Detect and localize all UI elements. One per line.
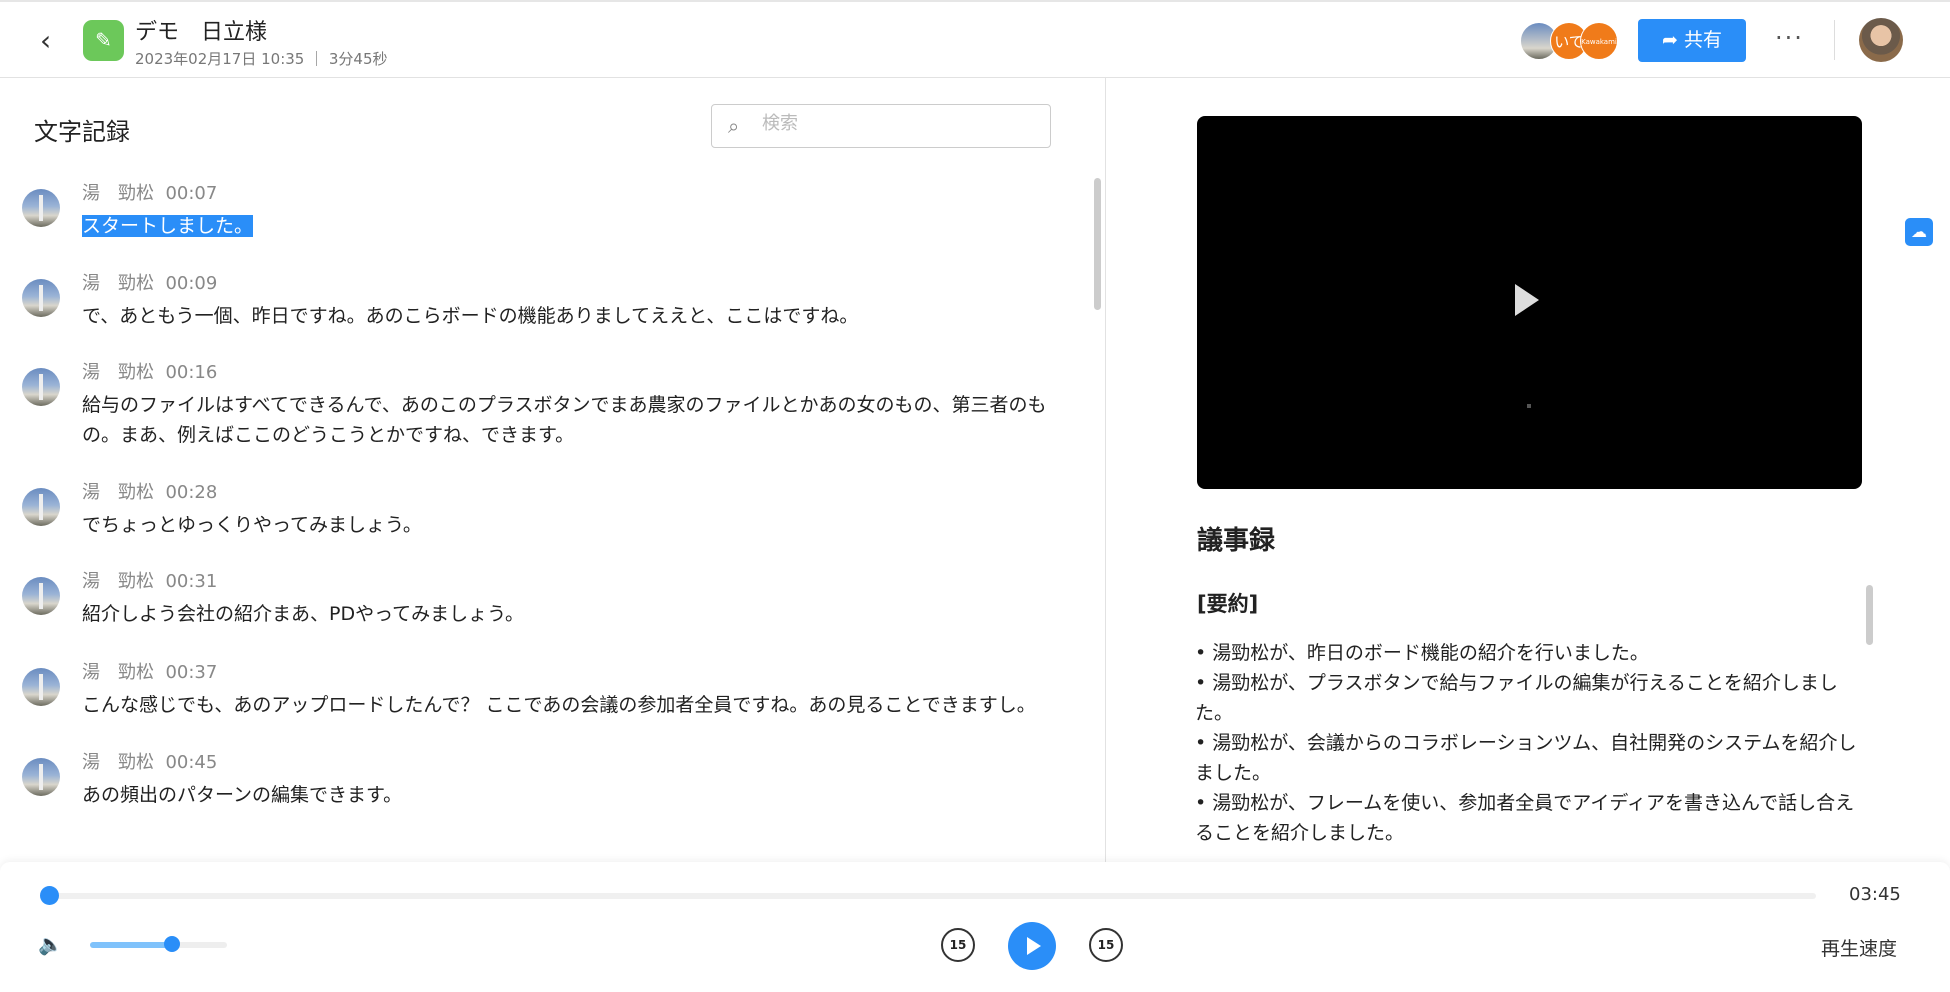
speaker-name: 湯 勁松 [82,662,154,683]
progress-knob[interactable] [40,886,59,905]
avatar [22,368,60,406]
speaker-name: 湯 勁松 [82,362,154,383]
speaker-time: 湯 勁松 00:16 [82,358,217,384]
scrollbar[interactable] [1094,178,1101,310]
summary-item: • 湯勁松が、昨日のボード機能の紹介を行いました。 [1195,642,1649,664]
speaker-time: 湯 勁松 00:37 [82,658,217,684]
transcript-text: でちょっとゆっくりやってみましょう。 [82,510,1062,540]
transcript-text-content: 紹介しよう会社の紹介まあ、PDやってみましょう。 [82,603,524,625]
search-icon: ⌕ [728,114,740,138]
share-label: 共有 [1683,29,1722,51]
speaker-name: 湯 勁松 [82,183,154,204]
transcript-text-content: こんな感じでも、あのアップロードしたんで？ ここであの会議の参加者全員ですね。あ… [82,694,1036,716]
play-button[interactable] [1008,922,1056,970]
minutes-title: 議事録 [1197,526,1276,556]
divider [1834,20,1835,60]
speaker-time: 湯 勁松 00:28 [82,478,217,504]
speaker-time: 湯 勁松 00:31 [82,567,217,593]
speaker-name: 湯 勁松 [82,482,154,503]
meeting-meta: 2023年02月17日 10:35 ｜ 3分45秒 [135,50,388,68]
volume-fill [90,942,173,948]
speaker-name: 湯 勁松 [82,571,154,592]
transcript-text-content: 給与のファイルはすべてできるんで、あのこのプラスボタンでまあ農家のファイルとかあ… [82,394,1047,446]
participant-avatars[interactable]: いて Kawakami [1520,22,1630,62]
volume-icon[interactable]: 🔈 [38,932,63,956]
speaker-time: 湯 勁松 00:45 [82,748,217,774]
header: ‹ ✎ デモ 日立様 2023年02月17日 10:35 ｜ 3分45秒 いて … [0,0,1950,78]
timestamp[interactable]: 00:28 [165,482,217,503]
progress-track[interactable] [48,893,1816,899]
summary-item: • 湯勁松が、会議からのコラボレーションツム、自社開発のシステムを紹介しました。 [1195,732,1857,784]
back-button[interactable]: ‹ [40,26,70,56]
avatar [22,279,60,317]
volume-slider[interactable] [90,942,227,948]
page-title: デモ 日立様 [135,20,268,45]
summary-item: • 湯勁松が、プラスボタンで給与ファイルの編集が行えることを紹介しました。 [1195,672,1838,724]
transcript-text: 紹介しよう会社の紹介まあ、PDやってみましょう。 [82,599,1062,629]
speaker-time: 湯 勁松 00:07 [82,179,217,205]
speaker-name: 湯 勁松 [82,273,154,294]
search-box[interactable]: ⌕ [711,104,1051,148]
skip-forward-button[interactable]: 15 [1089,928,1123,962]
more-button[interactable]: ··· [1775,24,1804,52]
avatar [22,758,60,796]
transcript-text-content: でちょっとゆっくりやってみましょう。 [82,514,422,536]
user-avatar[interactable] [1859,18,1903,62]
transcript-text-content: スタートしました。 [82,215,254,237]
video-player[interactable] [1197,116,1862,489]
transcript-text: 給与のファイルはすべてできるんで、あのこのプラスボタンでまあ農家のファイルとかあ… [82,390,1062,450]
transcript-text: で、あともう一個、昨日ですね。あのこらボードの機能ありましてええと、ここはですね… [82,301,1062,331]
timestamp[interactable]: 00:16 [165,362,217,383]
transcript-text-content: で、あともう一個、昨日ですね。あのこらボードの機能ありましてええと、ここはですね… [82,305,859,327]
transcript-text: スタートしました。 [82,211,1062,241]
timestamp[interactable]: 00:45 [165,752,217,773]
avatar [22,488,60,526]
timestamp[interactable]: 00:09 [165,273,217,294]
highlighter-icon: ✎ [83,20,124,61]
share-icon: ➦ [1662,29,1684,51]
play-icon[interactable] [1515,284,1539,316]
summary-heading: [要約] [1197,592,1259,616]
speaker-name: 湯 勁松 [82,752,154,773]
avatar [22,189,60,227]
volume-knob[interactable] [164,936,181,952]
transcript-text-content: あの頻出のパターンの編集できます。 [82,784,403,806]
transcript-text: あの頻出のパターンの編集できます。 [82,780,1062,810]
transcript-title: 文字記録 [34,118,130,146]
transcript-panel: 文字記録 ⌕ 湯 勁松 00:07 スタートしました。 湯 勁松 00:09 で… [0,78,1106,862]
summary-list: • 湯勁松が、昨日のボード機能の紹介を行いました。 • 湯勁松が、プラスボタンで… [1195,638,1865,848]
search-input[interactable] [762,113,1032,134]
loading-indicator [1527,404,1531,408]
avatar [22,577,60,615]
scrollbar[interactable] [1866,585,1873,645]
transcript-text: こんな感じでも、あのアップロードしたんで？ ここであの会議の参加者全員ですね。あ… [82,690,1062,720]
skip-back-button[interactable]: 15 [941,928,975,962]
timestamp[interactable]: 00:07 [165,183,217,204]
avatar [22,668,60,706]
assistant-icon[interactable]: ☁ [1905,218,1933,246]
playback-speed-button[interactable]: 再生速度 [1821,934,1897,961]
duration: 03:45 [1849,884,1901,905]
speaker-time: 湯 勁松 00:09 [82,269,217,295]
avatar: Kawakami [1580,22,1618,60]
timestamp[interactable]: 00:31 [165,571,217,592]
timestamp[interactable]: 00:37 [165,662,217,683]
playback-bar: 03:45 🔈 15 15 再生速度 [0,862,1950,992]
share-button[interactable]: ➦ 共有 [1638,19,1746,62]
summary-item: • 湯勁松が、フレームを使い、参加者全員でアイディアを書き込んで話し合えることを… [1195,792,1855,844]
